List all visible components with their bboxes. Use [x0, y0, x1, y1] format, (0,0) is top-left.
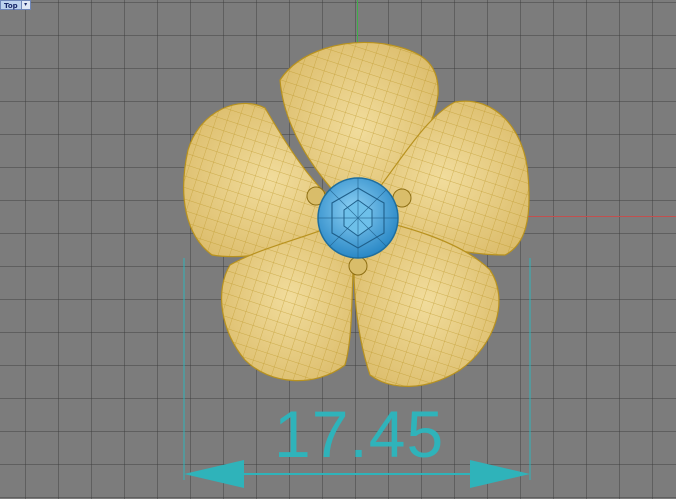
dimension-arrow-right-icon: [470, 460, 530, 488]
prong-bottom: [348, 256, 368, 276]
dimension-arrow-left-icon: [184, 460, 244, 488]
dimension-value-label[interactable]: 17.45: [274, 394, 444, 474]
center-gemstone: [317, 177, 399, 259]
rhino-viewport-top[interactable]: Top ▾ 17.45: [0, 0, 676, 499]
